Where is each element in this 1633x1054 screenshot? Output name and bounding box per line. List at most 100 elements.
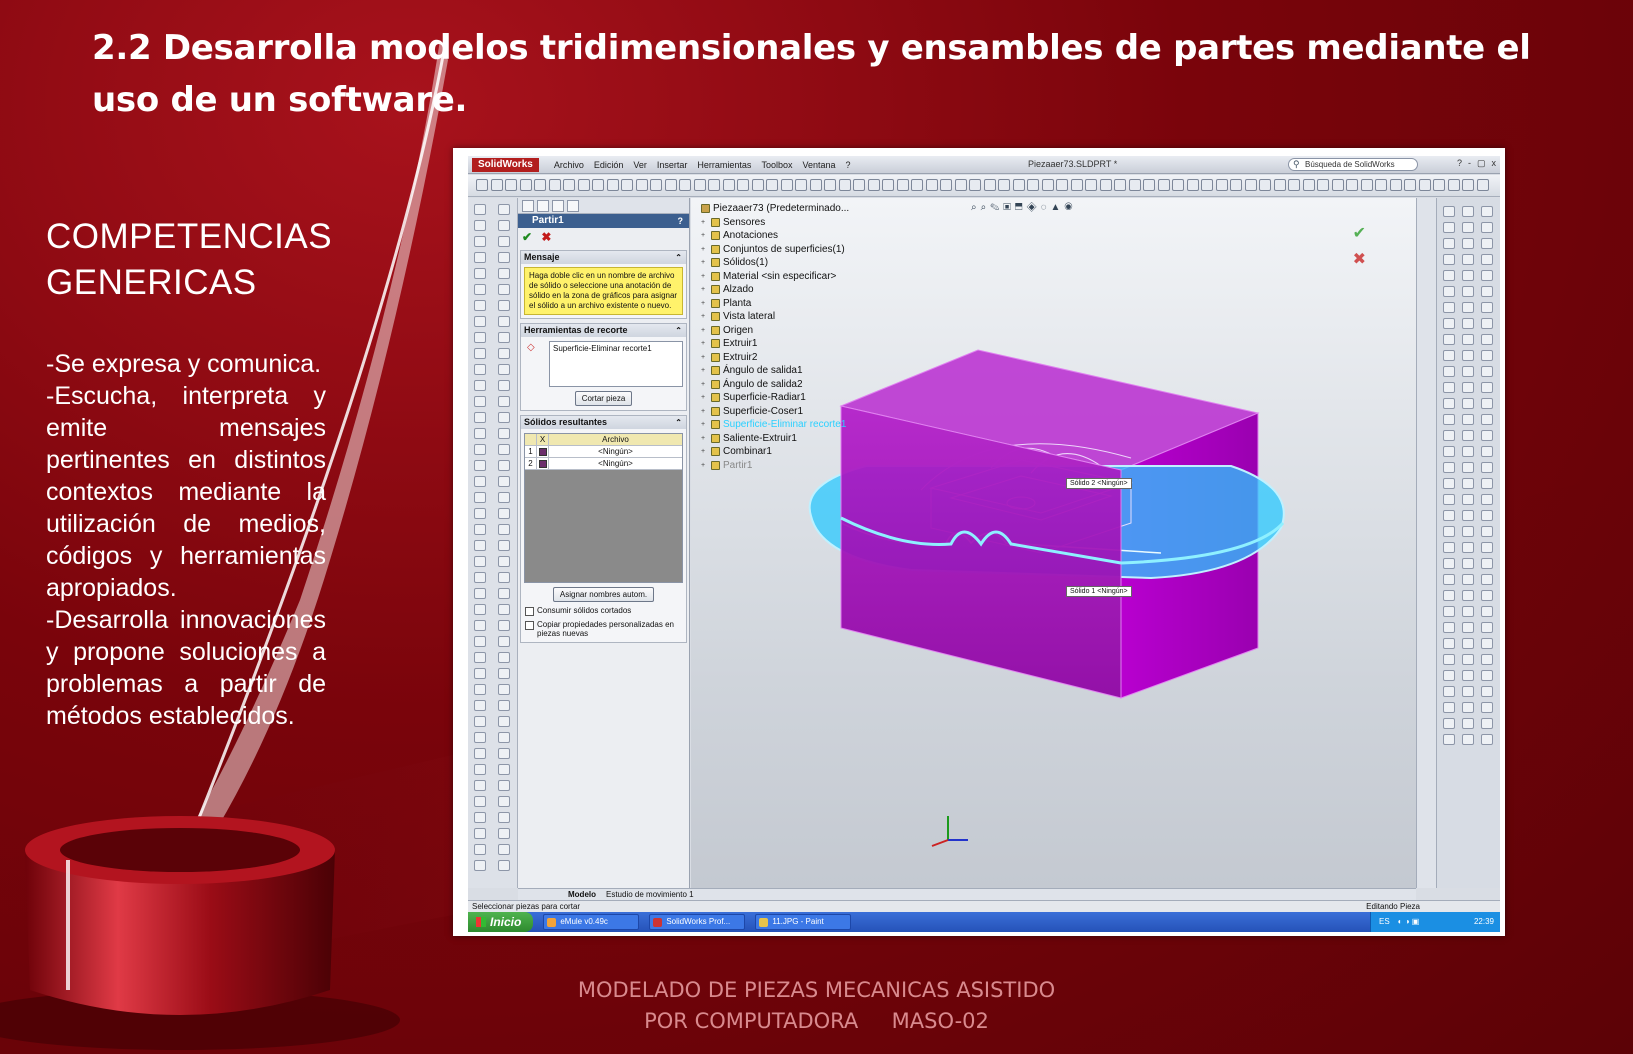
help-icon[interactable]: ?	[678, 214, 684, 228]
tool-icon[interactable]	[498, 204, 510, 215]
task-pane-toggle[interactable]	[1416, 198, 1436, 888]
toolbar-button-icon[interactable]	[1476, 179, 1489, 191]
expand-icon[interactable]: +	[701, 270, 708, 284]
expand-icon[interactable]: +	[701, 256, 708, 270]
sketch-tool-icon[interactable]	[1462, 558, 1474, 569]
tool-icon[interactable]	[498, 572, 510, 583]
tree-item[interactable]: + Anotaciones	[701, 229, 849, 243]
tree-item[interactable]: + Alzado	[701, 283, 849, 297]
tree-item[interactable]: + Origen	[701, 324, 849, 338]
tool-icon[interactable]	[474, 348, 486, 359]
tool-icon[interactable]	[498, 748, 510, 759]
sketch-tool-icon[interactable]	[1443, 414, 1455, 425]
expand-icon[interactable]: +	[701, 283, 708, 297]
tree-item[interactable]: + Material <sin especificar>	[701, 270, 849, 284]
toolbar-button-icon[interactable]	[534, 179, 546, 191]
chevron-up-icon[interactable]: ⌃	[675, 324, 682, 337]
sketch-tool-icon[interactable]	[1481, 462, 1493, 473]
toolbar-button-icon[interactable]	[983, 179, 996, 191]
sketch-tool-icon[interactable]	[1481, 254, 1493, 265]
tool-icon[interactable]	[474, 652, 486, 663]
tool-icon[interactable]	[498, 252, 510, 263]
toolbar-button-icon[interactable]	[1346, 179, 1358, 191]
tree-item[interactable]: + Ángulo de salida2	[701, 378, 849, 392]
tree-item[interactable]: + Superficie-Eliminar recorte1	[701, 418, 849, 432]
toolbar-button-icon[interactable]	[1360, 179, 1373, 191]
toolbar-button-icon[interactable]	[1056, 179, 1068, 191]
tool-icon[interactable]	[474, 604, 486, 615]
consumir-checkbox-row[interactable]: Consumir sólidos cortados	[525, 606, 682, 616]
sketch-tool-icon[interactable]	[1443, 542, 1455, 553]
tree-item[interactable]: + Planta	[701, 297, 849, 311]
tree-item[interactable]: + Partir1	[701, 459, 849, 473]
tree-item[interactable]: + Superficie-Radiar1	[701, 391, 849, 405]
tool-icon[interactable]	[498, 700, 510, 711]
toolbar-button-icon[interactable]	[621, 179, 633, 191]
tool-icon[interactable]	[474, 204, 486, 215]
taskbar-item-emule[interactable]: eMule v0.49c	[543, 914, 640, 930]
tool-icon[interactable]	[474, 588, 486, 599]
sketch-tool-icon[interactable]	[1443, 478, 1455, 489]
tool-icon[interactable]	[498, 364, 510, 375]
toolbar-button-icon[interactable]	[722, 179, 735, 191]
expand-icon[interactable]: +	[701, 216, 708, 230]
tool-icon[interactable]	[474, 636, 486, 647]
toolbar-button-icon[interactable]	[1186, 179, 1199, 191]
sketch-tool-icon[interactable]	[1462, 590, 1474, 601]
tool-icon[interactable]	[498, 268, 510, 279]
toolbar-button-icon[interactable]	[809, 179, 822, 191]
toolbar-button-icon[interactable]	[1273, 179, 1286, 191]
toolbar-button-icon[interactable]	[1215, 179, 1228, 191]
sketch-tool-icon[interactable]	[1462, 494, 1474, 505]
table-row[interactable]: 1 <Ningún>	[525, 446, 682, 458]
sketch-tool-icon[interactable]	[1462, 302, 1474, 313]
toolbar-button-icon[interactable]	[693, 179, 706, 191]
start-button[interactable]: Inicio	[468, 912, 534, 932]
sketch-tool-icon[interactable]	[1443, 270, 1455, 281]
toolbar-button-icon[interactable]	[998, 179, 1010, 191]
chevron-up-icon[interactable]: ⌃	[675, 416, 682, 429]
sketch-tool-icon[interactable]	[1481, 718, 1493, 729]
sketch-tool-icon[interactable]	[1462, 478, 1474, 489]
tab-estudio-movimiento[interactable]: Estudio de movimiento 1	[606, 889, 694, 900]
sketch-tool-icon[interactable]	[1462, 382, 1474, 393]
sketch-tool-icon[interactable]	[1443, 590, 1455, 601]
expand-icon[interactable]: +	[701, 364, 708, 378]
menu-ventana[interactable]: Ventana	[797, 160, 840, 170]
menu-ayuda[interactable]: ?	[841, 160, 856, 170]
solid-2-label[interactable]: Sólido 2 <Ningún>	[1066, 478, 1132, 489]
sketch-tool-icon[interactable]	[1462, 574, 1474, 585]
cut-tool-item[interactable]: Superficie-Eliminar recorte1	[553, 344, 652, 353]
menu-ver[interactable]: Ver	[628, 160, 652, 170]
expand-icon[interactable]: +	[701, 405, 708, 419]
tree-item[interactable]: + Conjuntos de superficies(1)	[701, 243, 849, 257]
language-indicator[interactable]: ES	[1379, 912, 1390, 932]
tool-icon[interactable]	[498, 396, 510, 407]
tool-icon[interactable]	[474, 540, 486, 551]
tool-icon[interactable]	[498, 652, 510, 663]
solid-1-label[interactable]: Sólido 1 <Ningún>	[1066, 586, 1132, 597]
toolbar-button-icon[interactable]	[606, 179, 619, 191]
sketch-tool-icon[interactable]	[1443, 654, 1455, 665]
sketch-tool-icon[interactable]	[1443, 686, 1455, 697]
toolbar-button-icon[interactable]	[1041, 179, 1054, 191]
toolbar-button-icon[interactable]	[1433, 179, 1445, 191]
property-manager-tab-icon[interactable]	[537, 200, 549, 212]
tool-icon[interactable]	[498, 412, 510, 423]
menu-herramientas[interactable]: Herramientas	[692, 160, 756, 170]
tool-icon[interactable]	[498, 556, 510, 567]
sketch-tool-icon[interactable]	[1462, 638, 1474, 649]
configuration-manager-tab-icon[interactable]	[552, 200, 564, 212]
toolbar-button-icon[interactable]	[490, 179, 503, 191]
sketch-tool-icon[interactable]	[1443, 382, 1455, 393]
tool-icon[interactable]	[474, 524, 486, 535]
tool-icon[interactable]	[498, 860, 510, 871]
tool-icon[interactable]	[498, 796, 510, 807]
sketch-tool-icon[interactable]	[1481, 270, 1493, 281]
maximize-icon[interactable]: ▢	[1477, 158, 1486, 169]
sketch-tool-icon[interactable]	[1481, 398, 1493, 409]
tree-item[interactable]: + Combinar1	[701, 445, 849, 459]
toolbar-button-icon[interactable]	[1070, 179, 1083, 191]
sketch-tool-icon[interactable]	[1443, 622, 1455, 633]
tool-icon[interactable]	[474, 492, 486, 503]
